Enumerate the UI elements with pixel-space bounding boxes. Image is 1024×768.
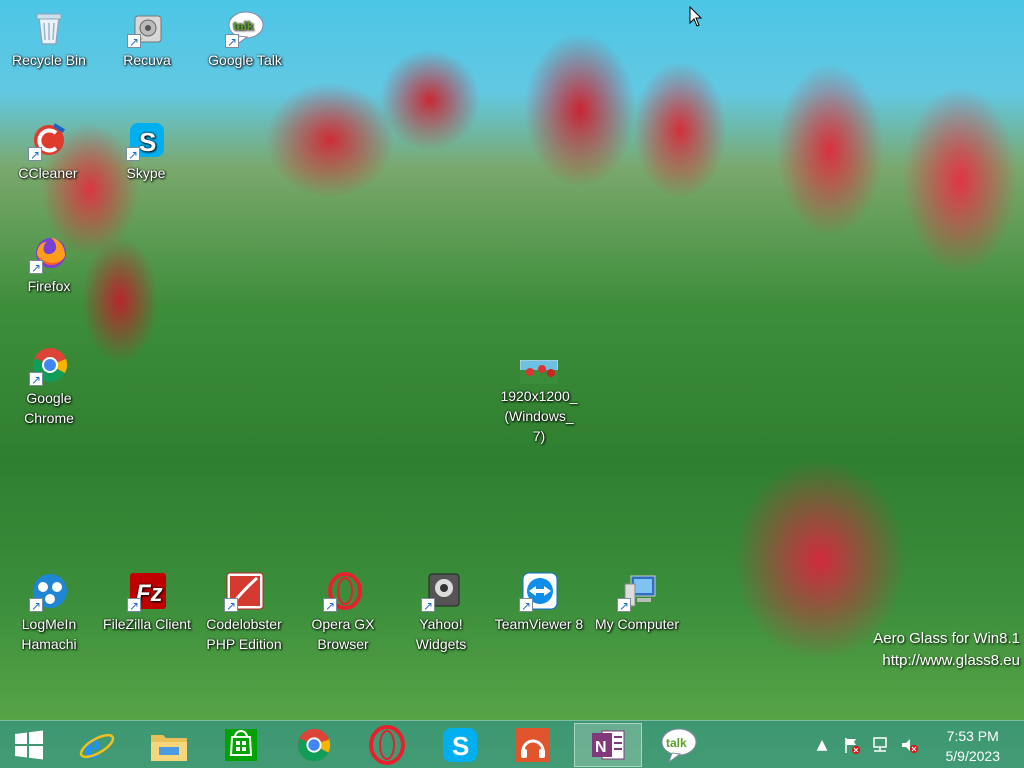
svg-text:talk: talk xyxy=(233,19,254,33)
desktop-icon-google-chrome[interactable]: Google Chrome xyxy=(1,340,97,428)
shortcut-arrow-icon xyxy=(127,596,141,616)
desktop-icon-skype[interactable]: S Skype xyxy=(98,115,194,183)
codelobster-icon xyxy=(224,572,264,616)
network-icon[interactable] xyxy=(870,735,890,755)
system-clock[interactable]: 7:53 PM 5/9/2023 xyxy=(946,726,1001,766)
chrome-icon xyxy=(29,346,69,390)
desktop-icon-ccleaner[interactable]: CCleaner xyxy=(0,115,96,183)
onenote-icon: N xyxy=(592,730,625,760)
desktop-icon-label: TeamViewer 8 xyxy=(494,616,584,632)
yahoo-widgets-icon xyxy=(421,572,461,616)
taskbar-file-explorer[interactable] xyxy=(138,723,200,767)
shortcut-arrow-icon xyxy=(323,596,337,616)
volume-muted-icon[interactable] xyxy=(899,735,919,755)
shortcut-arrow-icon xyxy=(29,258,43,278)
desktop-icon-my-computer[interactable]: My Computer xyxy=(589,566,685,634)
internet-explorer-icon: e xyxy=(79,727,115,763)
shortcut-arrow-icon xyxy=(28,145,42,165)
desktop-icon-label: Yahoo! Widgets xyxy=(415,616,467,652)
ccleaner-icon xyxy=(28,121,68,165)
desktop-icon-opera-gx[interactable]: Opera GX Browser xyxy=(295,566,391,654)
desktop-icon-label: Google Talk xyxy=(208,52,282,68)
start-button[interactable] xyxy=(0,723,58,767)
taskbar-chrome[interactable] xyxy=(283,723,345,767)
desktop-icon-label: Firefox xyxy=(27,278,71,294)
desktop-icon-google-talk[interactable]: talk Google Talk xyxy=(197,2,293,70)
watermark-title: Aero Glass for Win8.1 xyxy=(873,630,1020,647)
shortcut-arrow-icon xyxy=(29,370,43,390)
action-center-flag-icon[interactable] xyxy=(842,735,862,755)
desktop-icon-yahoo-widgets[interactable]: Yahoo! Widgets xyxy=(393,566,489,654)
taskbar-store[interactable] xyxy=(210,723,272,767)
desktop-icon-recuva[interactable]: Recuva xyxy=(99,2,195,70)
google-talk-icon: talk xyxy=(661,728,697,764)
google-talk-icon: talk xyxy=(225,8,265,52)
svg-text:S: S xyxy=(452,731,469,761)
store-icon xyxy=(225,729,257,761)
desktop-icon-teamviewer[interactable]: TeamViewer 8 xyxy=(491,566,587,634)
clock-time: 7:53 PM xyxy=(946,728,999,744)
opera-icon xyxy=(369,725,405,765)
mouse-cursor-icon xyxy=(689,5,703,28)
file-explorer-icon xyxy=(151,735,187,761)
recuva-icon xyxy=(127,8,167,52)
windows-logo-icon xyxy=(15,730,43,760)
filezilla-icon: Fz xyxy=(127,572,167,616)
taskbar-internet-explorer[interactable]: e xyxy=(66,723,128,767)
desktop-icon-label: Recuva xyxy=(123,52,171,68)
shortcut-arrow-icon xyxy=(29,596,43,616)
shortcut-arrow-icon xyxy=(421,596,435,616)
image-file-icon xyxy=(519,359,559,385)
taskbar-opera[interactable] xyxy=(356,723,418,767)
svg-text:S: S xyxy=(139,127,156,157)
shortcut-arrow-icon xyxy=(519,596,533,616)
taskbar-skype[interactable]: S xyxy=(429,723,491,767)
desktop-icon-label: Recycle Bin xyxy=(12,52,86,68)
music-icon xyxy=(516,728,550,762)
desktop-icon-label: Codelobster PHP Edition xyxy=(206,616,282,652)
taskbar-onenote[interactable]: N xyxy=(574,723,642,767)
aero-glass-watermark: Aero Glass for Win8.1 http://www.glass8.… xyxy=(873,628,1020,672)
watermark-url: http://www.glass8.eu xyxy=(882,652,1020,669)
firefox-icon xyxy=(29,234,69,278)
shortcut-arrow-icon xyxy=(224,596,238,616)
computer-icon xyxy=(617,572,657,616)
desktop-icon-label: Google Chrome xyxy=(24,390,74,426)
show-hidden-icons-chevron-icon[interactable]: ▲ xyxy=(812,735,832,755)
shortcut-arrow-icon xyxy=(225,32,239,52)
skype-icon: S xyxy=(126,121,166,165)
taskbar-music[interactable] xyxy=(502,723,564,767)
desktop-icon-label: LogMeIn Hamachi xyxy=(21,616,77,652)
shortcut-arrow-icon xyxy=(617,596,631,616)
clock-date: 5/9/2023 xyxy=(945,748,1001,764)
shortcut-arrow-icon xyxy=(127,32,141,52)
desktop-icon-label: Opera GX Browser xyxy=(311,616,375,652)
svg-text:N: N xyxy=(595,739,607,756)
opera-gx-icon xyxy=(323,572,363,616)
hamachi-icon xyxy=(29,572,69,616)
desktop-icon-codelobster[interactable]: Codelobster PHP Edition xyxy=(196,566,292,654)
desktop-icon-label: CCleaner xyxy=(18,165,78,181)
desktop-icon-label: My Computer xyxy=(594,616,680,632)
desktop-icon-recycle-bin[interactable]: Recycle Bin xyxy=(1,2,97,70)
taskbar-google-talk[interactable]: talk xyxy=(648,723,710,767)
teamviewer-icon xyxy=(519,572,559,616)
desktop-icon-wallpaper-file[interactable]: 1920x1200_(Windows_7) xyxy=(491,354,587,446)
desktop-icon-label: FileZilla Client xyxy=(103,616,191,632)
desktop-icon-filezilla[interactable]: Fz FileZilla Client xyxy=(99,566,195,634)
desktop-icon-label: 1920x1200_(Windows_7) xyxy=(500,388,578,444)
chrome-icon xyxy=(297,728,331,762)
recycle-bin-icon xyxy=(29,8,69,48)
taskbar: e S N talk ▲ 7:53 PM 5/9/2023 xyxy=(0,720,1024,768)
svg-text:talk: talk xyxy=(666,736,687,750)
shortcut-arrow-icon xyxy=(126,145,140,165)
desktop-icon-logmein-hamachi[interactable]: LogMeIn Hamachi xyxy=(1,566,97,654)
desktop-icon-label: Skype xyxy=(126,165,166,181)
skype-icon: S xyxy=(443,728,477,762)
desktop-icon-firefox[interactable]: Firefox xyxy=(1,228,97,296)
